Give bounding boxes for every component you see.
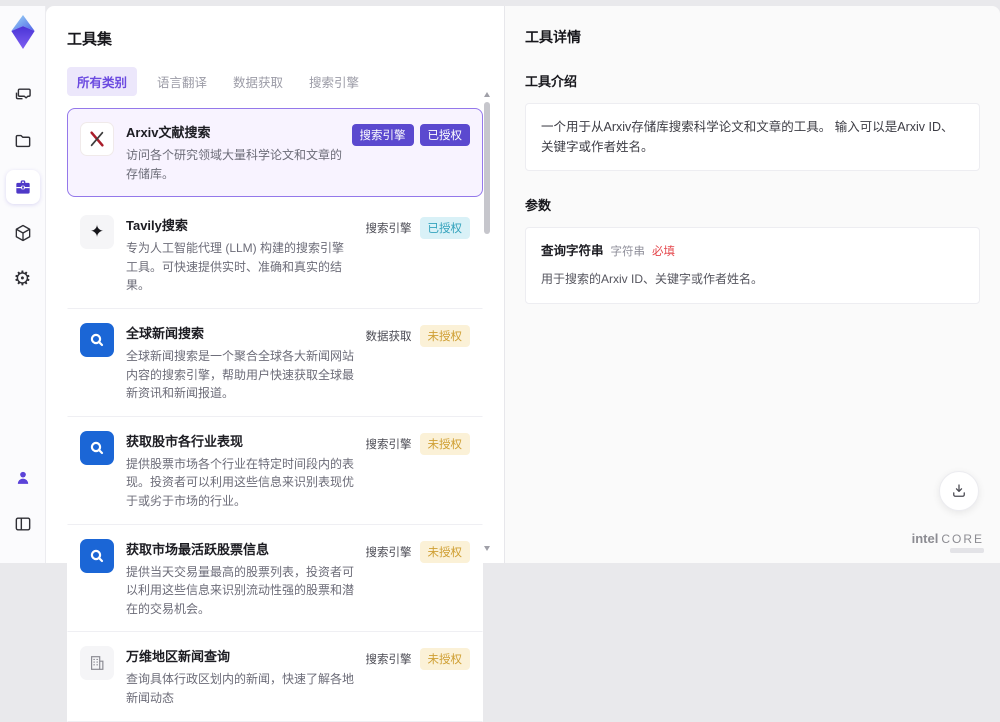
param-box: 查询字符串 字符串 必填 用于搜索的Arxiv ID、关键字或作者姓名。 [525,227,980,304]
folder-icon[interactable] [6,124,40,158]
details-title: 工具详情 [525,27,980,47]
arxiv-icon [80,122,114,156]
building-icon [80,646,114,680]
tool-details-panel: 工具详情 工具介绍 一个用于从Arxiv存储库搜索科学论文和文章的工具。 输入可… [504,6,1000,563]
cube-icon[interactable] [6,216,40,250]
tab-data-fetch[interactable]: 数据获取 [233,72,283,91]
tool-card[interactable]: 获取市场最活跃股票信息 提供当天交易量最高的股票列表，投资者可以利用这些信息来识… [67,525,483,633]
tool-card[interactable]: Arxiv文献搜索 访问各个研究领域大量科学论文和文章的存储库。 搜索引擎 已授… [67,108,483,197]
auth-status-badge: 已授权 [420,217,471,239]
params-heading: 参数 [525,195,980,214]
left-icon-rail: ⚙ [0,6,46,563]
auth-status-badge: 未授权 [420,325,471,347]
intel-badge-bar [950,548,984,553]
panel-toggle-icon[interactable] [6,507,40,541]
auth-status-badge: 未授权 [420,433,471,455]
category-badge: 搜索引擎 [352,124,414,146]
scrollbar-thumb[interactable] [484,102,490,234]
category-badge: 搜索引擎 [364,217,414,239]
param-type: 字符串 [611,243,646,261]
category-badge: 搜索引擎 [364,541,414,563]
tool-description: 提供股票市场各个行业在特定时间段内的表现。投资者可以利用这些信息来识别表现优于或… [126,455,356,511]
tool-name: 获取市场最活跃股票信息 [126,539,356,558]
auth-status-badge: 未授权 [420,648,471,670]
intro-heading: 工具介绍 [525,71,980,90]
download-button[interactable] [939,471,979,511]
category-badge: 搜索引擎 [364,433,414,455]
category-badge: 搜索引擎 [364,648,414,670]
intro-box: 一个用于从Arxiv存储库搜索科学论文和文章的工具。 输入可以是Arxiv ID… [525,103,980,171]
intel-core-logo: intelCORE [912,531,984,553]
app-logo-icon [7,14,39,50]
tool-name: Arxiv文献搜索 [126,122,344,141]
param-name: 查询字符串 [541,241,604,261]
tab-search-engine[interactable]: 搜索引擎 [309,72,359,91]
tool-card[interactable]: 万维地区新闻查询 查询具体行政区划内的新闻，快速了解各地新闻动态 搜索引擎 未授… [67,632,483,721]
toolbox-icon[interactable] [6,170,40,204]
tool-description: 专为人工智能代理 (LLM) 构建的搜索引擎工具。可快速提供实时、准确和真实的结… [126,239,356,295]
category-tabs: 所有类别 语言翻译 数据获取 搜索引擎 [67,67,478,96]
blue-search-icon [80,539,114,573]
scroll-down-arrow-icon[interactable] [484,546,490,551]
page-title: 工具集 [67,28,478,49]
tool-card[interactable]: 获取股市各行业表现 提供股票市场各个行业在特定时间段内的表现。投资者可以利用这些… [67,417,483,525]
auth-status-badge: 未授权 [420,541,471,563]
tab-all-categories[interactable]: 所有类别 [67,67,137,96]
tool-card[interactable]: ✦ Tavily搜索 专为人工智能代理 (LLM) 构建的搜索引擎工具。可快速提… [67,201,483,309]
tool-list: Arxiv文献搜索 访问各个研究领域大量科学论文和文章的存储库。 搜索引擎 已授… [67,108,483,722]
param-description: 用于搜索的Arxiv ID、关键字或作者姓名。 [541,270,964,289]
tool-name: 获取股市各行业表现 [126,431,356,450]
tool-name: Tavily搜索 [126,215,356,234]
tool-description: 查询具体行政区划内的新闻，快速了解各地新闻动态 [126,670,356,707]
tab-language-translation[interactable]: 语言翻译 [157,72,207,91]
tool-description: 访问各个研究领域大量科学论文和文章的存储库。 [126,146,344,183]
chat-icon[interactable] [6,78,40,112]
blue-search-icon [80,323,114,357]
param-required-flag: 必填 [652,243,675,261]
category-badge: 数据获取 [364,325,414,347]
tool-collection-panel: 工具集 所有类别 语言翻译 数据获取 搜索引擎 Arxiv文献搜索 访问各个研究… [46,6,504,563]
tool-description: 全球新闻搜索是一个聚合全球各大新闻网站内容的搜索引擎，帮助用户快速获取全球最新资… [126,347,356,403]
scroll-up-arrow-icon[interactable] [484,92,490,97]
tavily-icon: ✦ [80,215,114,249]
settings-icon[interactable]: ⚙ [6,262,40,296]
list-scrollbar[interactable] [483,92,491,551]
tool-name: 万维地区新闻查询 [126,646,356,665]
tool-name: 全球新闻搜索 [126,323,356,342]
blue-search-icon [80,431,114,465]
tool-card[interactable]: 全球新闻搜索 全球新闻搜索是一个聚合全球各大新闻网站内容的搜索引擎，帮助用户快速… [67,309,483,417]
app-window: ⚙ 工具集 所有类别 语言翻译 数据获取 搜索引擎 Arxiv文献 [0,6,1000,563]
auth-status-badge: 已授权 [420,124,471,146]
tool-description: 提供当天交易量最高的股票列表，投资者可以利用这些信息来识别流动性强的股票和潜在的… [126,563,356,619]
user-icon[interactable] [6,461,40,495]
